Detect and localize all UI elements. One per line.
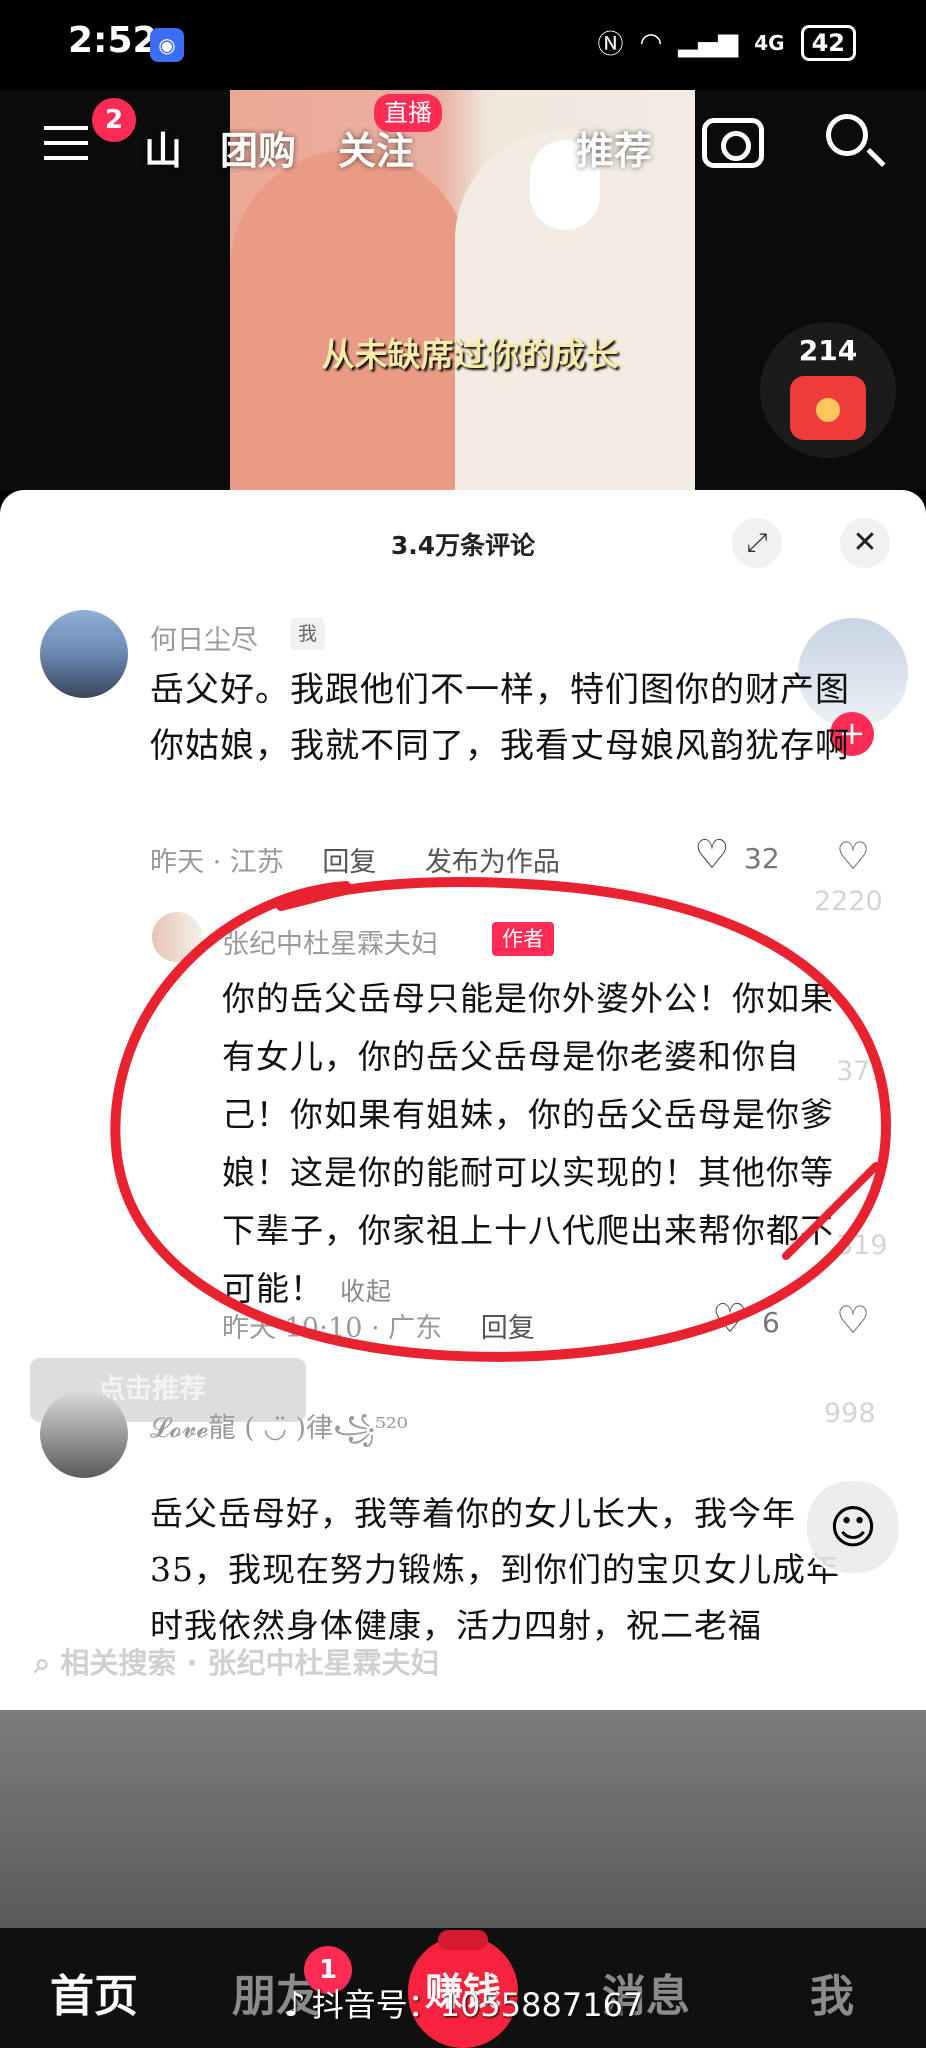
search-small-icon: ⌕ <box>34 1646 61 1680</box>
signal-icon: ▂▄▆ <box>678 27 739 58</box>
status-icons: Ⓝ ◠ ▂▄▆ 4G 42 <box>598 24 856 61</box>
top-nav: 2 山 团购 关注 直播 推荐 <box>0 90 926 200</box>
douyin-id-text: 抖音号：1055887167 <box>311 1986 644 2024</box>
comment-text: 岳父好。我跟他们不一样，特们图你的财产图你姑娘，我就不同了，我看丈母娘风韵犹存啊 <box>150 670 850 766</box>
menu-icon[interactable] <box>44 126 88 160</box>
video-person-left <box>230 150 470 490</box>
dislike-icon[interactable]: ♡ <box>836 834 870 878</box>
douyin-logo-icon: ♪ <box>284 1985 306 2025</box>
comment-time-location: 昨天 10:10 · 广东 <box>222 1313 443 1344</box>
side-counter: 998 <box>824 1398 876 1429</box>
comment-text: 你的岳父岳母只能是你外婆外公！你如果有女儿，你的岳父岳母是你老婆和你自己！你如果… <box>222 970 862 1321</box>
commenter-avatar[interactable] <box>40 1390 128 1478</box>
publish-as-work-button[interactable]: 发布为作品 <box>425 847 560 878</box>
collapse-link[interactable]: 收起 <box>340 1277 392 1306</box>
app-notification-icon: ◉ <box>150 28 184 62</box>
comment-username[interactable]: 𝓛𝓸𝓿𝓮龍 ( ◡̈ )律꧁⁵²⁰ <box>150 1406 408 1462</box>
comment-meta: 昨天 10:10 · 广东 回复 <box>222 1306 535 1345</box>
author-avatar[interactable] <box>152 912 202 962</box>
network-type: 4G <box>754 30 785 55</box>
red-packet-count: 214 <box>798 334 858 367</box>
douyin-watermark: ♪ 抖音号：1055887167 <box>284 1980 643 2026</box>
related-search-text: 相关搜索 · 张纪中杜星霖夫妇 <box>60 1646 440 1680</box>
tab-recommend[interactable]: 推荐 <box>576 120 652 175</box>
comment-text: 岳父岳母好，我等着你的女儿长大，我今年35，我现在努力锻炼，到你们的宝贝女儿成年… <box>150 1494 840 1645</box>
menu-badge: 2 <box>92 98 136 142</box>
comments-panel: 3.4万条评论 ⤢ ✕ + 2220 371 319 998 何日尘尽 我 岳父… <box>0 490 926 1710</box>
comment-username[interactable]: 何日尘尽 <box>150 618 258 657</box>
comment-meta: 昨天 · 江苏 回复 发布为作品 <box>150 840 560 879</box>
video-caption: 从未缺席过你的成长 <box>321 335 619 374</box>
nav-me[interactable]: 我 <box>810 1960 854 2024</box>
like-count: 32 <box>744 842 780 875</box>
tab-group-buy[interactable]: 团购 <box>220 120 296 175</box>
search-icon[interactable] <box>826 114 868 156</box>
bottom-nav: 首页 朋友 1 赚钱 消息 我 ♪ 抖音号：1055887167 <box>0 1928 926 2048</box>
expand-icon[interactable]: ⤢ <box>732 518 782 568</box>
recommend-label: 点击推荐 <box>98 1374 206 1405</box>
comment-username[interactable]: 张纪中杜星霖夫妇 <box>222 922 438 961</box>
commenter-avatar[interactable] <box>40 610 128 698</box>
camera-icon[interactable] <box>702 118 764 168</box>
heart-icon[interactable]: ♡ <box>694 832 730 878</box>
wifi-icon: ◠ <box>639 27 663 58</box>
live-badge: 直播 <box>374 94 442 132</box>
author-tag: 作者 <box>492 922 554 956</box>
status-time: 2:52 <box>68 20 158 61</box>
tab-mountain[interactable]: 山 <box>144 120 182 175</box>
like-count: 6 <box>762 1306 780 1339</box>
red-packet-widget[interactable]: 214 <box>760 322 896 458</box>
self-tag: 我 <box>290 618 326 650</box>
nfc-icon: Ⓝ <box>597 30 624 60</box>
related-search-bar[interactable]: ⌕ 相关搜索 · 张纪中杜星霖夫妇 <box>34 1638 894 1688</box>
nav-home[interactable]: 首页 <box>50 1960 138 2024</box>
heart-icon[interactable]: ♡ <box>712 1296 748 1342</box>
comment-time-location: 昨天 · 江苏 <box>150 847 284 878</box>
comments-title: 3.4万条评论 <box>390 531 536 560</box>
video-background-lower <box>0 1710 926 1928</box>
battery-indicator: 42 <box>800 24 856 61</box>
red-packet-icon <box>790 376 866 440</box>
reply-button[interactable]: 回复 <box>322 847 376 878</box>
reply-button[interactable]: 回复 <box>481 1313 535 1344</box>
sticker-icon[interactable]: ☺ <box>804 1478 902 1576</box>
dislike-icon[interactable]: ♡ <box>836 1298 870 1342</box>
status-bar: 2:52 ◉ Ⓝ ◠ ▂▄▆ 4G 42 <box>0 0 926 90</box>
comment-body: 你的岳父岳母只能是你外婆外公！你如果有女儿，你的岳父岳母是你老婆和你自己！你如果… <box>222 979 834 1308</box>
side-counter: 2220 <box>814 886 883 917</box>
close-icon[interactable]: ✕ <box>840 518 890 568</box>
